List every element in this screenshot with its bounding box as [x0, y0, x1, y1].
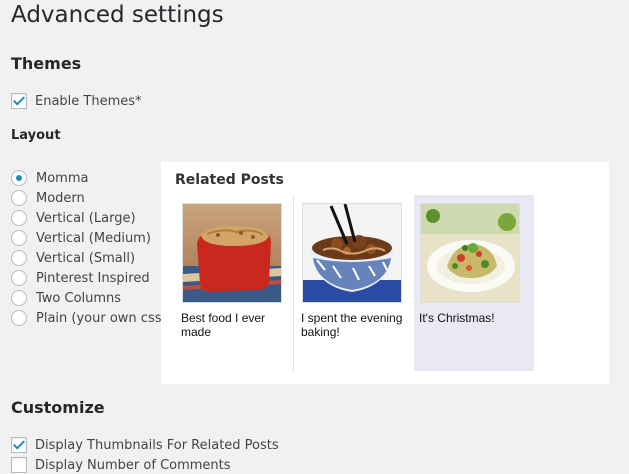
layout-option-modern[interactable]: Modern — [11, 189, 85, 207]
themes-heading: Themes — [11, 54, 82, 73]
layout-radio-two-columns[interactable] — [11, 290, 27, 306]
layout-radio-plain[interactable] — [11, 310, 27, 326]
related-posts-preview: Related Posts Best food I ever made I sp… — [161, 162, 609, 384]
layout-label: Vertical (Medium) — [36, 230, 151, 246]
display-comments-option[interactable]: Display Number of Comments — [11, 456, 231, 474]
layout-radio-modern[interactable] — [11, 190, 27, 206]
related-post-item[interactable]: It's Christmas! — [414, 195, 534, 371]
display-thumbnails-checkbox[interactable] — [11, 437, 27, 453]
layout-option-vertical-small[interactable]: Vertical (Small) — [11, 249, 135, 267]
layout-option-vertical-large[interactable]: Vertical (Large) — [11, 209, 136, 227]
noodle-bowl-thumbnail[interactable] — [302, 203, 402, 303]
layout-radio-pinterest-inspired[interactable] — [11, 270, 27, 286]
related-post-item[interactable]: I spent the evening baking! — [296, 195, 410, 371]
layout-label: Modern — [36, 190, 85, 206]
page-title: Advanced settings — [11, 2, 224, 28]
layout-radio-vertical-large[interactable] — [11, 210, 27, 226]
layout-radio-vertical-medium[interactable] — [11, 230, 27, 246]
layout-label: Vertical (Small) — [36, 250, 136, 266]
layout-option-momma[interactable]: Momma — [11, 169, 88, 187]
layout-label: Pinterest Inspired — [36, 270, 150, 286]
display-comments-checkbox[interactable] — [11, 457, 27, 473]
layout-label: Two Columns — [36, 290, 122, 306]
customize-heading: Customize — [11, 398, 105, 417]
layout-option-plain[interactable]: Plain (your own css) — [11, 309, 167, 327]
related-post-caption[interactable]: It's Christmas! — [419, 311, 527, 325]
related-post-caption[interactable]: I spent the evening baking! — [301, 311, 409, 339]
layout-option-pinterest-inspired[interactable]: Pinterest Inspired — [11, 269, 150, 287]
layout-radio-momma[interactable] — [11, 170, 27, 186]
layout-label: Momma — [36, 170, 89, 186]
layout-label: Vertical (Large) — [36, 210, 136, 226]
layout-label: Plain (your own css) — [36, 310, 167, 326]
layout-heading: Layout — [11, 128, 61, 143]
display-comments-label: Display Number of Comments — [35, 457, 231, 473]
display-thumbnails-option[interactable]: Display Thumbnails For Related Posts — [11, 436, 279, 454]
enable-themes-checkbox[interactable] — [11, 93, 27, 109]
related-post-caption[interactable]: Best food I ever made — [181, 311, 289, 339]
display-thumbnails-label: Display Thumbnails For Related Posts — [35, 437, 279, 453]
layout-option-two-columns[interactable]: Two Columns — [11, 289, 121, 307]
baked-dish-thumbnail[interactable] — [182, 203, 282, 303]
layout-option-vertical-medium[interactable]: Vertical (Medium) — [11, 229, 151, 247]
salad-plate-thumbnail[interactable] — [420, 203, 520, 303]
layout-radio-vertical-small[interactable] — [11, 250, 27, 266]
enable-themes-option[interactable]: Enable Themes* — [11, 92, 142, 110]
item-divider — [293, 195, 294, 371]
related-post-item[interactable]: Best food I ever made — [176, 195, 290, 371]
preview-title: Related Posts — [175, 172, 284, 188]
enable-themes-label: Enable Themes* — [35, 93, 142, 109]
